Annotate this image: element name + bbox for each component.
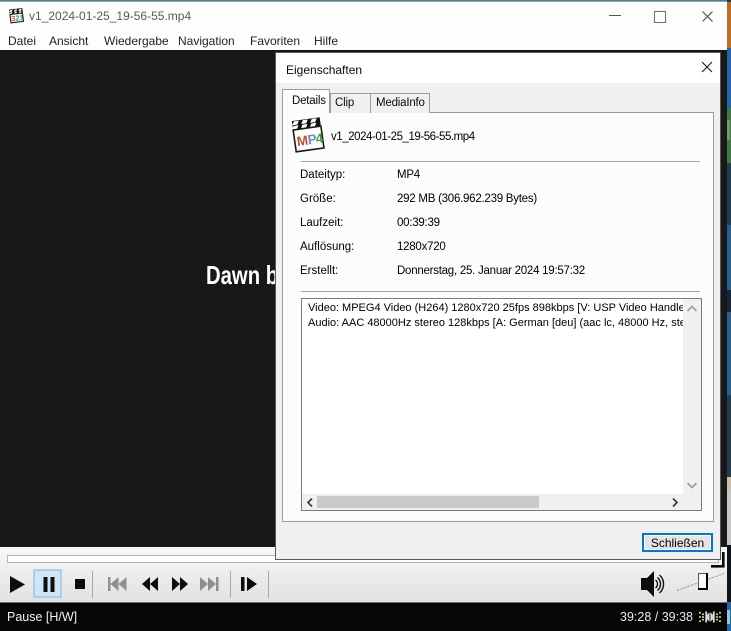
svg-text:4: 4: [315, 130, 325, 146]
svg-text:1: 1: [19, 13, 24, 22]
